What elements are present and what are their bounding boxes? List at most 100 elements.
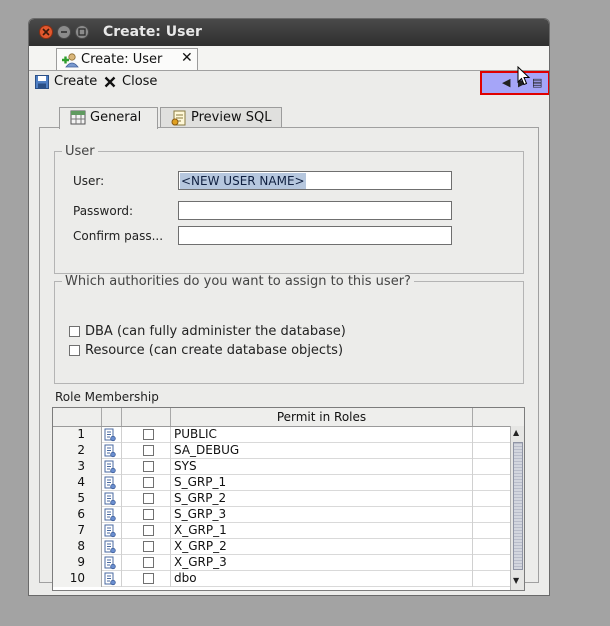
permit-in-roles-header[interactable]: Permit in Roles xyxy=(171,408,473,426)
editor-tab-strip: Create: User ✕ ◀ ▶ ▤ xyxy=(29,46,549,95)
save-icon xyxy=(35,75,49,89)
cell-divider xyxy=(121,555,122,571)
roles-table-header: Permit in Roles xyxy=(53,408,524,427)
row-number-header xyxy=(53,408,102,426)
user-group-legend: User xyxy=(65,144,95,159)
table-row[interactable]: 10 dbo xyxy=(53,571,510,587)
cell-divider xyxy=(170,571,171,587)
row-number: 8 xyxy=(53,539,102,555)
cell-divider xyxy=(121,507,122,523)
permit-checkbox[interactable] xyxy=(143,557,154,568)
cell-divider xyxy=(121,539,122,555)
tab-general[interactable]: General xyxy=(59,107,158,129)
table-row[interactable]: 7 X_GRP_1 xyxy=(53,523,510,539)
permit-checkbox[interactable] xyxy=(143,461,154,472)
roles-table-scrollbar[interactable]: ▲ ▼ xyxy=(510,426,524,590)
cell-divider xyxy=(121,427,122,443)
cell-divider xyxy=(170,459,171,475)
window-maximize-button[interactable] xyxy=(75,25,89,39)
table-row[interactable]: 3 SYS xyxy=(53,459,510,475)
tab-preview-sql-label: Preview SQL xyxy=(191,110,272,125)
window-title: Create: User xyxy=(103,24,202,40)
close-icon xyxy=(104,76,116,88)
check-column-header xyxy=(122,408,171,426)
permit-checkbox[interactable] xyxy=(143,509,154,520)
scroll-up-icon[interactable]: ▲ xyxy=(513,428,519,437)
window-minimize-button[interactable] xyxy=(57,25,71,39)
close-button-label: Close xyxy=(122,74,158,89)
minimize-icon xyxy=(61,31,67,33)
permit-checkbox[interactable] xyxy=(143,445,154,456)
cell-divider xyxy=(472,475,473,491)
table-row[interactable]: 4 S_GRP_1 xyxy=(53,475,510,491)
cell-divider xyxy=(472,427,473,443)
cell-divider xyxy=(472,523,473,539)
role-icon xyxy=(104,524,116,538)
tab-general-label: General xyxy=(90,110,142,125)
cell-divider xyxy=(170,491,171,507)
table-row[interactable]: 9 X_GRP_3 xyxy=(53,555,510,571)
maximize-icon xyxy=(78,28,86,36)
permit-checkbox[interactable] xyxy=(143,477,154,488)
role-name: SA_DEBUG xyxy=(174,443,240,457)
role-name: SYS xyxy=(174,459,197,473)
toolbar: Create Close xyxy=(29,70,549,96)
confirm-password-label: Confirm pass... xyxy=(73,229,164,243)
table-row[interactable]: 5 S_GRP_2 xyxy=(53,491,510,507)
window-close-button[interactable] xyxy=(39,25,53,39)
cell-divider xyxy=(170,507,171,523)
editor-tab-close-icon[interactable]: ✕ xyxy=(181,50,193,66)
permit-checkbox[interactable] xyxy=(143,525,154,536)
permit-checkbox[interactable] xyxy=(143,573,154,584)
table-row[interactable]: 1 PUBLIC xyxy=(53,427,510,443)
table-row[interactable]: 2 SA_DEBUG xyxy=(53,443,510,459)
row-number: 3 xyxy=(53,459,102,475)
tab-preview-sql[interactable]: Preview SQL xyxy=(160,107,282,128)
cell-divider xyxy=(170,443,171,459)
cell-divider xyxy=(170,427,171,443)
cell-divider xyxy=(121,443,122,459)
row-number: 2 xyxy=(53,443,102,459)
user-name-input[interactable]: <NEW USER NAME> xyxy=(178,171,452,190)
user-name-value: <NEW USER NAME> xyxy=(180,173,306,189)
role-name: X_GRP_1 xyxy=(174,523,227,537)
permit-checkbox[interactable] xyxy=(143,493,154,504)
title-bar[interactable]: Create: User xyxy=(29,19,549,46)
cell-divider xyxy=(472,507,473,523)
table-row[interactable]: 8 X_GRP_2 xyxy=(53,539,510,555)
icon-column-header xyxy=(102,408,122,426)
role-name: X_GRP_3 xyxy=(174,555,227,569)
dba-checkbox[interactable] xyxy=(69,326,80,337)
cell-divider xyxy=(472,571,473,587)
role-name: S_GRP_2 xyxy=(174,491,227,505)
confirm-password-input[interactable] xyxy=(178,226,452,245)
role-icon xyxy=(104,492,116,506)
role-name: PUBLIC xyxy=(174,427,217,441)
permit-checkbox[interactable] xyxy=(143,429,154,440)
role-name: dbo xyxy=(174,571,197,585)
table-row[interactable]: 6 S_GRP_3 xyxy=(53,507,510,523)
row-number: 4 xyxy=(53,475,102,491)
cell-divider xyxy=(170,555,171,571)
cell-divider xyxy=(121,459,122,475)
password-input[interactable] xyxy=(178,201,452,220)
editor-tab-create-user[interactable]: Create: User ✕ xyxy=(56,48,198,70)
scroll-down-icon[interactable]: ▼ xyxy=(513,576,519,585)
authorities-group-legend: Which authorities do you want to assign … xyxy=(65,274,411,289)
role-icon xyxy=(104,476,116,490)
table-icon xyxy=(70,110,86,125)
role-icon xyxy=(104,508,116,522)
cell-divider xyxy=(121,475,122,491)
editor-tab-label: Create: User xyxy=(81,52,163,67)
scrollbar-thumb[interactable] xyxy=(513,442,523,570)
extra-column-header xyxy=(473,408,510,426)
role-icon xyxy=(104,444,116,458)
row-number: 10 xyxy=(53,571,102,587)
create-button-label: Create xyxy=(54,74,98,89)
role-membership-label: Role Membership xyxy=(55,390,159,404)
resource-checkbox[interactable] xyxy=(69,345,80,356)
row-number: 9 xyxy=(53,555,102,571)
roles-table: Permit in Roles 1 PUBLIC 2 SA_DEBUG 3 SYS 4 S_G… xyxy=(52,407,525,591)
permit-checkbox[interactable] xyxy=(143,541,154,552)
role-icon xyxy=(104,556,116,570)
